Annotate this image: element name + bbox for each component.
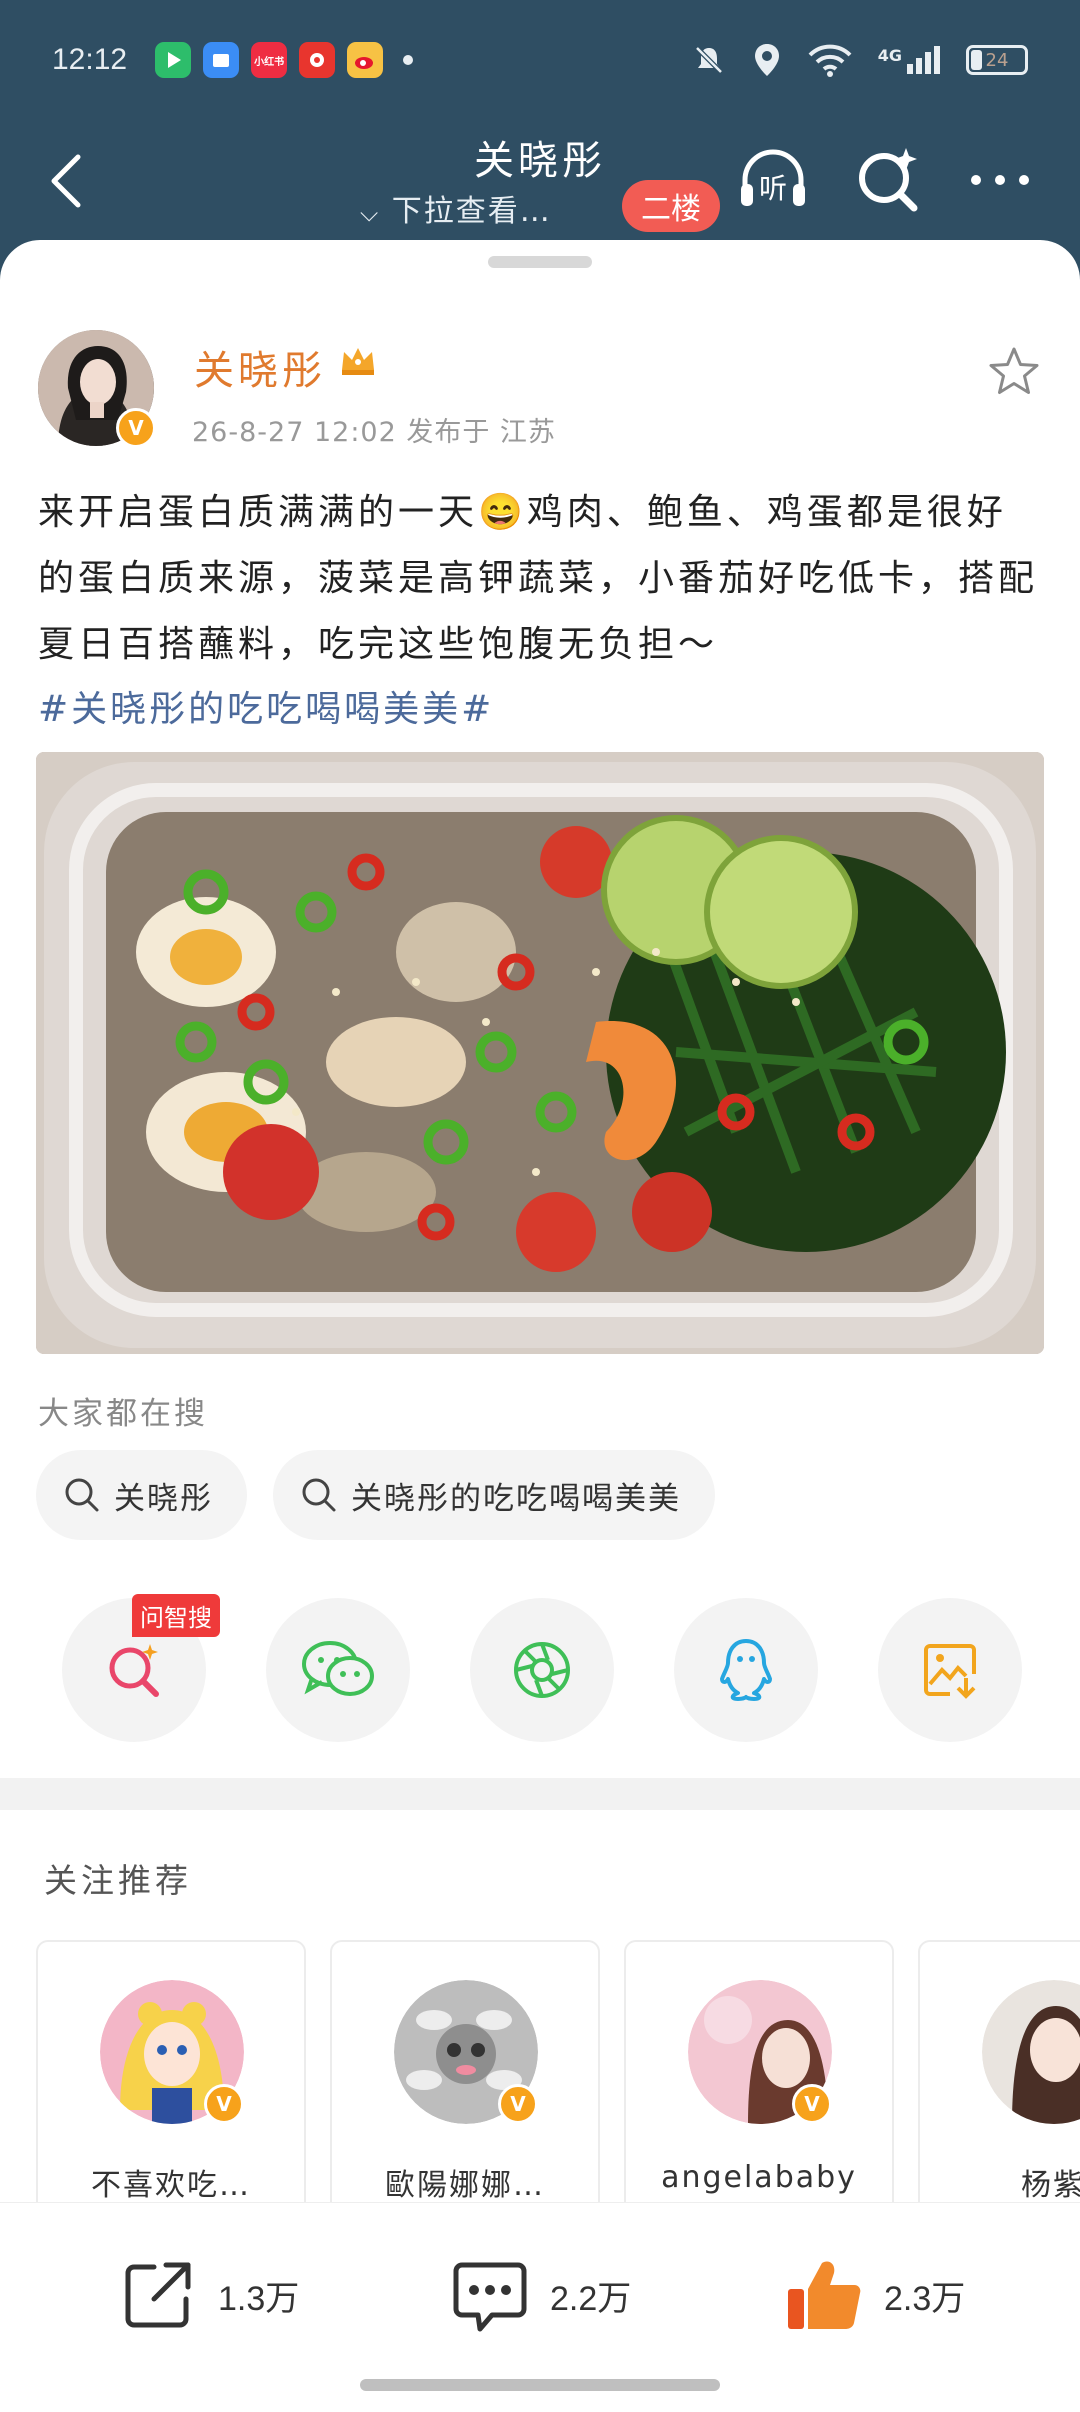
trending-search-title: 大家都在搜 (38, 1396, 208, 1432)
verified-badge-icon: V (792, 2084, 832, 2124)
pull-down-hint[interactable]: ⌵ 下拉查看… (360, 186, 552, 230)
search-sparkle-icon (859, 148, 918, 212)
location-icon (754, 44, 779, 76)
cellular-signal-icon: 4G (878, 46, 940, 74)
user-avatar (982, 1980, 1080, 2124)
post-body-text: 来开启蛋白质满满的一天😄鸡肉、鲍鱼、鸡蛋都是很好的蛋白质来源，菠菜是高钾蔬菜，小… (38, 492, 1039, 665)
recommend-follow-title: 关注推荐 (44, 1861, 192, 1900)
share-actions-row: 问智搜 (62, 1594, 1022, 1742)
thumbs-up-icon (788, 2261, 861, 2330)
trending-search-chips: 关晓彤 关晓彤的吃吃喝喝美美 (36, 1450, 715, 1540)
section-divider (0, 1778, 1080, 1810)
recommend-user-card[interactable]: V 不喜欢吃… (36, 1940, 306, 2220)
more-dot-icon (995, 175, 1005, 185)
headphones-icon: 听 (741, 149, 805, 206)
notification-app-icons: 小红书 (155, 42, 414, 78)
wechat-icon (302, 1641, 374, 1696)
repost-count: 1.3万 (218, 2279, 300, 2318)
recommend-user-name: 歐陽娜娜… (385, 2168, 545, 2203)
repost-button[interactable]: 1.3万 (118, 2255, 299, 2335)
xiaohongshu-app-icon: 小红书 (251, 42, 288, 78)
pull-down-hint-label: 下拉查看… (391, 194, 552, 229)
post-detail-sheet: V 关晓彤 26-8-27 12:02 发布于 江苏 来开启蛋白质满满的一天😄鸡… (0, 240, 1080, 2412)
verified-badge-icon: V (498, 2084, 538, 2124)
search-chip-label: 关晓彤 (114, 1480, 213, 1517)
svg-text:听: 听 (759, 172, 787, 205)
crown-icon (342, 348, 374, 375)
recommend-user-name: 杨紫 (1021, 2168, 1080, 2203)
like-button[interactable]: 2.3万 (784, 2255, 965, 2335)
search-icon (65, 1478, 99, 1512)
author-header: V 关晓彤 26-8-27 12:02 发布于 江苏 (38, 330, 1042, 450)
save-image-icon (924, 1644, 976, 1699)
ai-search-icon (109, 1644, 159, 1697)
network-type: 4G (877, 46, 902, 65)
favorite-star-icon[interactable] (986, 344, 1042, 400)
recommend-user-card[interactable]: V angelababy (624, 1940, 894, 2220)
game-app-icon (155, 42, 192, 78)
wifi-icon (808, 44, 852, 77)
author-name[interactable]: 关晓彤 (194, 338, 326, 396)
like-count: 2.3万 (884, 2279, 966, 2318)
files-app-icon (203, 42, 240, 78)
search-icon (302, 1478, 336, 1512)
wechat-moments-icon (514, 1642, 570, 1698)
comment-button[interactable]: 2.2万 (450, 2255, 631, 2335)
verified-badge-icon: V (204, 2084, 244, 2124)
more-notifications-dot (403, 55, 414, 65)
home-indicator[interactable] (360, 2379, 720, 2391)
bottom-action-bar: 1.3万 2.2万 2.3万 (0, 2202, 1080, 2412)
verified-badge-icon: V (116, 408, 156, 448)
qq-share-button[interactable] (674, 1598, 818, 1742)
mute-icon (694, 46, 723, 74)
weibo-app-icon (347, 42, 384, 78)
post-photo[interactable] (36, 752, 1044, 1354)
search-chip[interactable]: 关晓彤 (36, 1450, 247, 1540)
qq-penguin-icon (720, 1639, 772, 1701)
top-nav-bar: 关晓彤 ⌵ 下拉查看… 二楼 听 (0, 120, 1080, 240)
wechat-share-button[interactable] (266, 1598, 410, 1742)
moments-share-button[interactable] (470, 1598, 614, 1742)
smart-search-button[interactable] (850, 142, 926, 218)
chevron-down-icon: ⌵ (360, 199, 381, 227)
share-arrow-icon (125, 2262, 191, 2328)
listen-button[interactable]: 听 (735, 142, 811, 218)
recommend-user-card[interactable]: 杨紫 (918, 1940, 1080, 2220)
post-hashtag-link[interactable]: #关晓彤的吃吃喝喝美美# (38, 680, 494, 732)
second-floor-badge[interactable]: 二楼 (622, 180, 720, 232)
comment-count: 2.2万 (550, 2279, 632, 2318)
battery-icon: 24 (966, 45, 1028, 75)
recommend-user-name: angelababy (661, 2160, 857, 2195)
search-chip[interactable]: 关晓彤的吃吃喝喝美美 (273, 1450, 715, 1540)
pinduoduo-app-icon (299, 42, 336, 78)
battery-level: 24 (985, 49, 1009, 71)
xiaohongshu-label: 小红书 (254, 56, 285, 68)
status-time: 12:12 (52, 43, 128, 76)
recommend-follow-list: V 不喜欢吃… V 歐陽娜娜… V angelababy 杨紫 (36, 1940, 1080, 2220)
recommend-user-card[interactable]: V 歐陽娜娜… (330, 1940, 600, 2220)
save-image-button[interactable] (878, 1598, 1022, 1742)
more-options-button[interactable] (955, 160, 1045, 200)
search-chip-label: 关晓彤的吃吃喝喝美美 (351, 1480, 681, 1517)
status-bar: 12:12 小红书 4G 24 (0, 0, 1080, 120)
more-dot-icon (971, 175, 981, 185)
post-meta: 26-8-27 12:02 发布于 江苏 (192, 417, 556, 448)
recommend-user-name: 不喜欢吃… (91, 2168, 251, 2203)
more-dot-icon (1019, 175, 1029, 185)
comment-bubble-icon (453, 2262, 527, 2332)
ai-search-tag: 问智搜 (132, 1594, 220, 1637)
ai-search-share-button[interactable]: 问智搜 (62, 1594, 220, 1742)
sheet-grabber-handle[interactable] (488, 256, 592, 268)
